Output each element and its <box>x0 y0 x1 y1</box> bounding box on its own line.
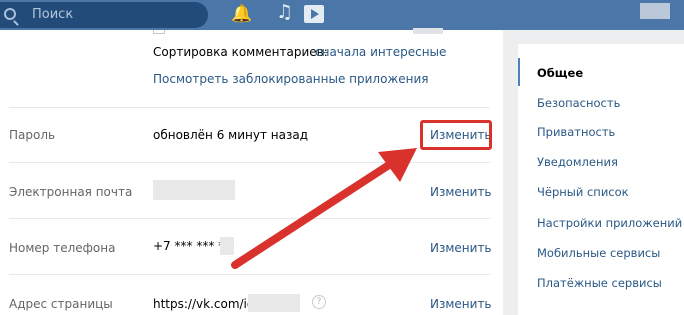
comments-sort-link[interactable]: сначала интересные <box>315 45 446 59</box>
phone-value: +7 *** *** ** <box>153 239 231 253</box>
phone-value-blurred <box>220 237 234 255</box>
avatar[interactable] <box>640 3 670 19</box>
address-value-blurred <box>248 294 300 312</box>
sidebar-item-general[interactable]: Общее <box>537 66 583 80</box>
password-value: обновлён 6 минут назад <box>153 128 308 142</box>
play-icon[interactable] <box>304 5 324 23</box>
divider <box>9 107 490 108</box>
sidebar-item-blacklist[interactable]: Чёрный список <box>537 185 629 199</box>
bell-icon[interactable]: 🔔 <box>231 4 252 24</box>
email-change-button[interactable]: Изменить <box>430 185 492 199</box>
divider <box>9 218 490 219</box>
settings-sidebar: Общее Безопасность Приватность Уведомлен… <box>518 44 684 315</box>
divider <box>9 162 490 163</box>
sidebar-item-app-settings[interactable]: Настройки приложений <box>537 216 682 230</box>
search-placeholder: Поиск <box>32 7 74 22</box>
phone-change-button[interactable]: Изменить <box>430 241 492 255</box>
comments-sort-label: Сортировка комментариев: <box>153 45 328 59</box>
sidebar-item-notifications[interactable]: Уведомления <box>537 155 618 169</box>
address-change-button[interactable]: Изменить <box>430 297 492 311</box>
active-indicator <box>518 58 520 86</box>
sidebar-item-privacy[interactable]: Приватность <box>537 125 615 139</box>
password-label: Пароль <box>9 128 56 142</box>
partial-text <box>413 28 443 34</box>
sidebar-item-payment-services[interactable]: Платёжные сервисы <box>537 276 662 290</box>
blocked-apps-link[interactable]: Посмотреть заблокированные приложения <box>153 72 429 86</box>
top-bar: Поиск 🔔 ♫ <box>0 0 684 30</box>
email-value-blurred <box>153 180 235 200</box>
help-icon[interactable]: ? <box>312 295 326 309</box>
phone-label: Номер телефона <box>9 241 116 255</box>
address-value: https://vk.com/id <box>153 297 255 311</box>
search-input[interactable]: Поиск <box>0 2 208 28</box>
highlight-box <box>420 120 492 150</box>
divider <box>9 274 490 275</box>
sidebar-item-security[interactable]: Безопасность <box>537 96 620 110</box>
sidebar-item-mobile-services[interactable]: Мобильные сервисы <box>537 246 660 260</box>
music-icon[interactable]: ♫ <box>276 1 293 23</box>
address-label: Адрес страницы <box>9 297 113 311</box>
email-label: Электронная почта <box>9 185 133 199</box>
checkbox-partial[interactable] <box>153 30 165 34</box>
search-icon <box>4 8 16 20</box>
